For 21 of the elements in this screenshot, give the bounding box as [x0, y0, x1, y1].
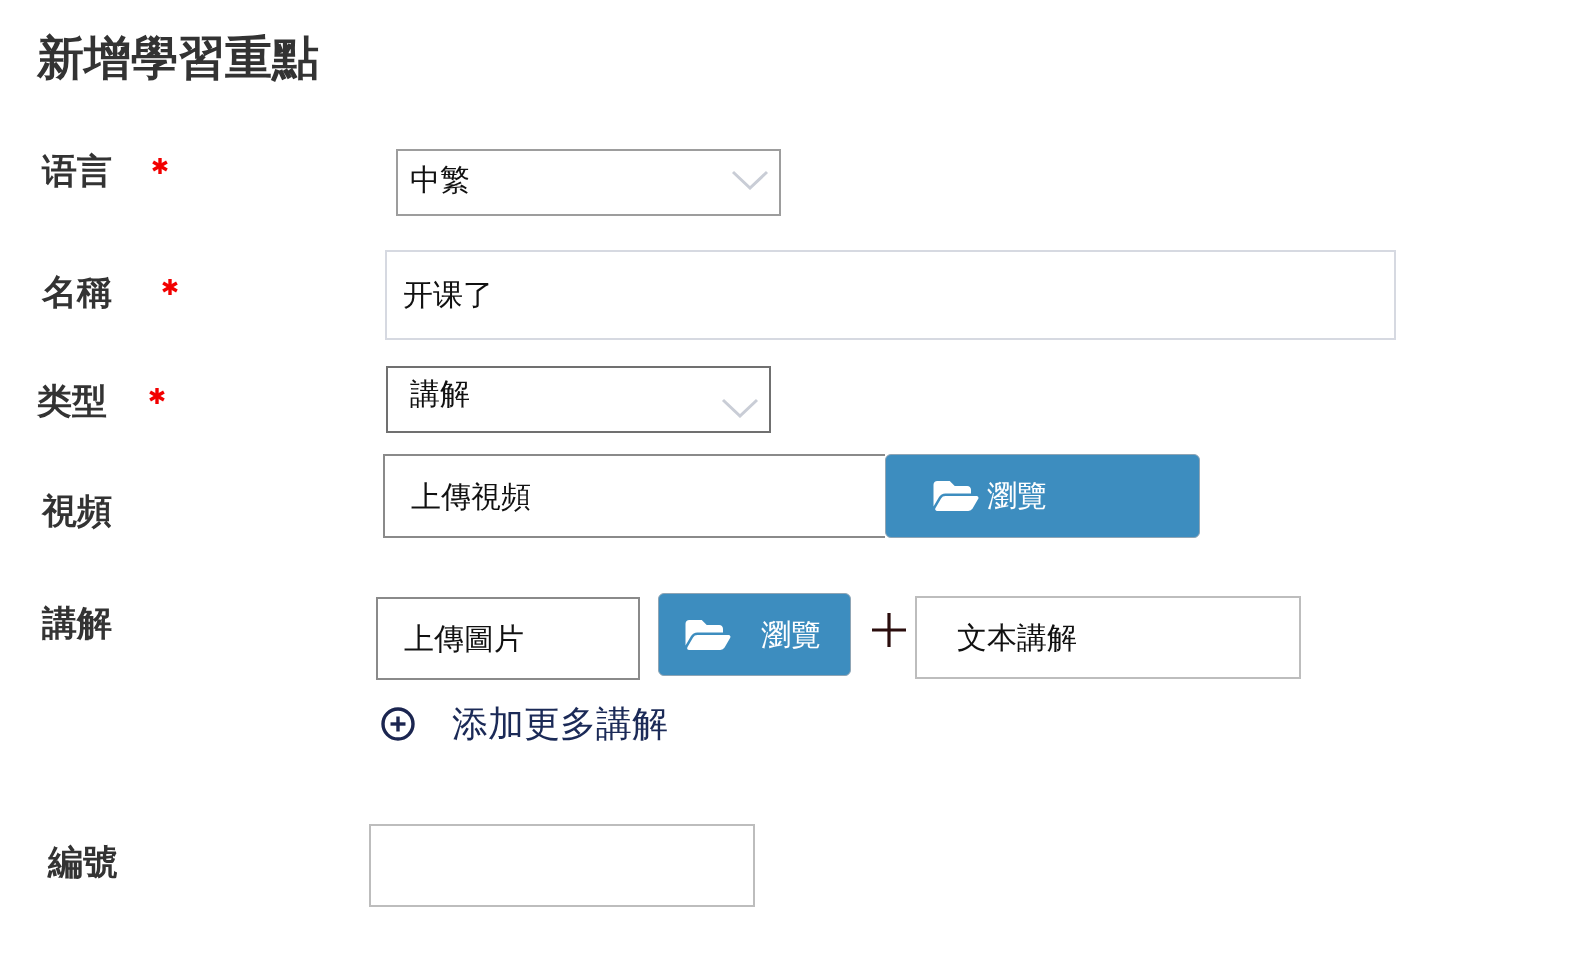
field-label: 視頻: [42, 491, 112, 531]
plus-icon: [872, 613, 906, 647]
text-input[interactable]: 开课了: [385, 250, 1396, 340]
chevron-down-icon: [721, 397, 759, 418]
field-label: 语言: [42, 151, 112, 191]
file-name-input[interactable]: 上傳視頻: [383, 454, 885, 538]
page-title: 新增學習重點: [37, 30, 319, 86]
field-label: 名稱: [42, 272, 112, 312]
field-label: 类型: [37, 381, 107, 421]
image-upload-input[interactable]: 上傳圖片: [376, 597, 640, 680]
chevron-down-icon: [731, 169, 769, 190]
browse-button[interactable]: 瀏覽: [885, 454, 1200, 538]
browse-button[interactable]: 瀏覽: [658, 593, 851, 676]
add-more-button[interactable]: 添加更多講解: [381, 706, 668, 742]
field-label: 講解: [42, 603, 112, 643]
dropdown-select[interactable]: 中繁: [396, 149, 781, 216]
text-explanation-input[interactable]: 文本講解: [915, 596, 1301, 679]
field-label: 編號: [48, 842, 118, 882]
text-input[interactable]: [369, 824, 755, 907]
circle-plus-icon: [381, 707, 415, 741]
dropdown-select[interactable]: 講解: [386, 366, 771, 433]
